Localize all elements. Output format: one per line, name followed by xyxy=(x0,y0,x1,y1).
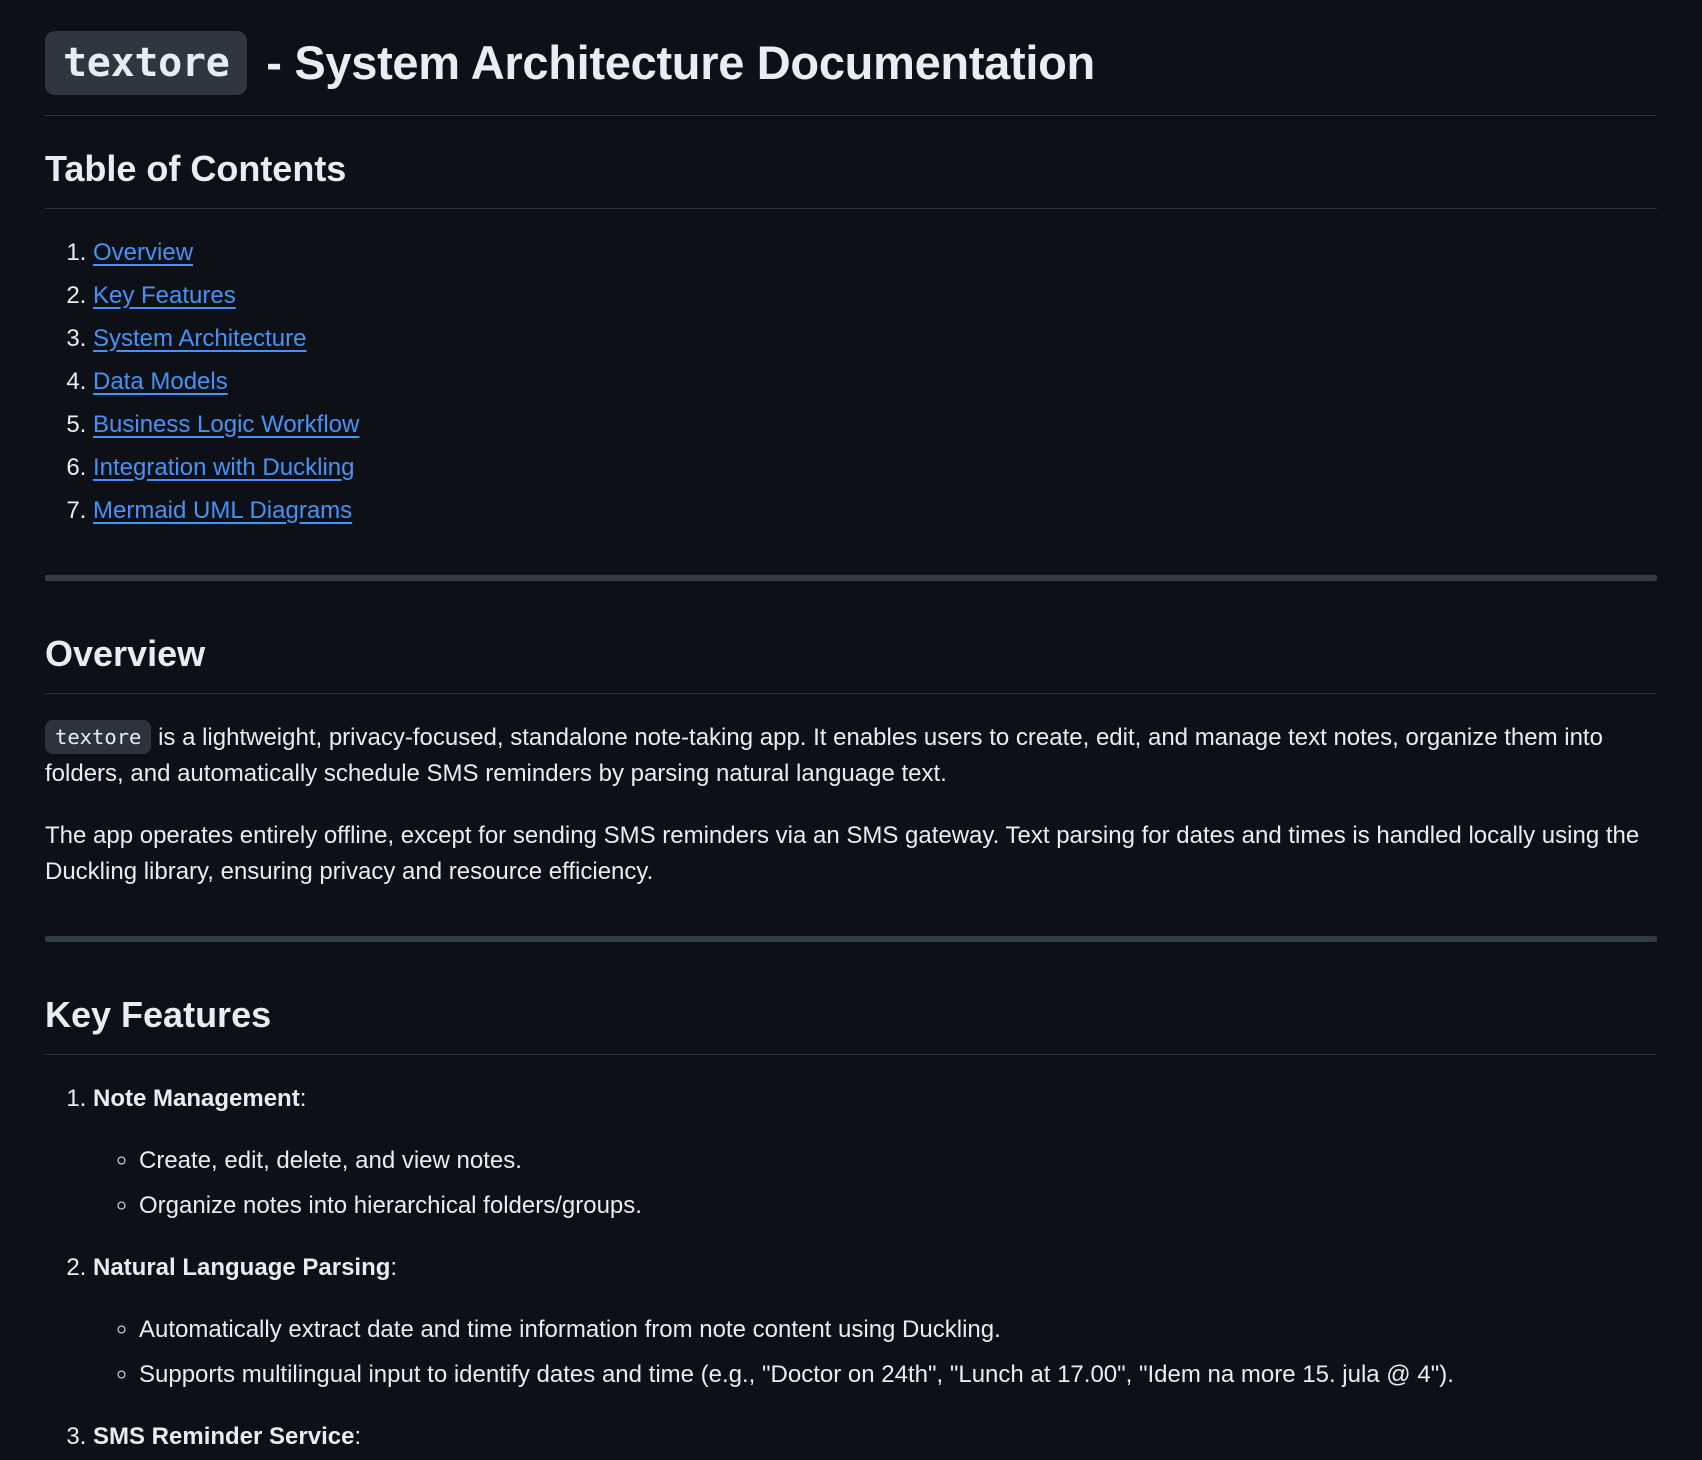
toc-link-key-features[interactable]: Key Features xyxy=(93,282,236,309)
document-page: textore - System Architecture Documentat… xyxy=(0,0,1702,1460)
toc-item: Data Models xyxy=(93,364,1657,400)
feature-subitem: Create, edit, delete, and view notes. xyxy=(139,1143,1657,1179)
feature-subitem: Supports multilingual input to identify … xyxy=(139,1357,1657,1393)
overview-paragraph-1: textore is a lightweight, privacy-focuse… xyxy=(45,719,1657,792)
feature-subitem: Automatically extract date and time info… xyxy=(139,1312,1657,1348)
feature-title: SMS Reminder Service xyxy=(93,1422,355,1450)
toc-item: Mermaid UML Diagrams xyxy=(93,493,1657,529)
section-divider xyxy=(45,935,1657,942)
feature-title-suffix: : xyxy=(354,1422,362,1450)
table-of-contents: Overview Key Features System Architectur… xyxy=(45,235,1657,529)
section-divider xyxy=(45,574,1657,581)
feature-subitem: Organize notes into hierarchical folders… xyxy=(139,1188,1657,1224)
toc-link-overview[interactable]: Overview xyxy=(93,239,193,266)
toc-link-data-models[interactable]: Data Models xyxy=(93,368,228,395)
page-title-text: - System Architecture Documentation xyxy=(253,36,1095,89)
feature-title: Natural Language Parsing xyxy=(93,1253,391,1281)
feature-item-natural-language-parsing: Natural Language Parsing: Automatically … xyxy=(93,1250,1657,1393)
title-code-badge: textore xyxy=(45,31,248,95)
overview-paragraph-1-text: is a lightweight, privacy-focused, stand… xyxy=(45,723,1603,787)
page-title: textore - System Architecture Documentat… xyxy=(45,28,1657,116)
toc-item: Key Features xyxy=(93,278,1657,314)
feature-title-suffix: : xyxy=(299,1084,307,1112)
key-features-list: Note Management: Create, edit, delete, a… xyxy=(45,1081,1657,1455)
feature-item-note-management: Note Management: Create, edit, delete, a… xyxy=(93,1081,1657,1224)
overview-heading: Overview xyxy=(45,627,1657,694)
toc-link-system-architecture[interactable]: System Architecture xyxy=(93,325,306,352)
feature-title: Note Management xyxy=(93,1084,300,1112)
toc-link-integration-with-duckling[interactable]: Integration with Duckling xyxy=(93,454,354,481)
feature-sublist: Automatically extract date and time info… xyxy=(93,1312,1657,1393)
inline-code-textore: textore xyxy=(45,719,152,754)
key-features-heading: Key Features xyxy=(45,988,1657,1055)
toc-item: Integration with Duckling xyxy=(93,450,1657,486)
toc-heading: Table of Contents xyxy=(45,142,1657,209)
toc-item: Overview xyxy=(93,235,1657,271)
feature-item-sms-reminder-service: SMS Reminder Service: xyxy=(93,1419,1657,1455)
overview-paragraph-2: The app operates entirely offline, excep… xyxy=(45,821,1640,885)
feature-sublist: Create, edit, delete, and view notes. Or… xyxy=(93,1143,1657,1224)
toc-link-business-logic-workflow[interactable]: Business Logic Workflow xyxy=(93,411,359,438)
toc-link-mermaid-uml-diagrams[interactable]: Mermaid UML Diagrams xyxy=(93,497,352,524)
feature-title-suffix: : xyxy=(390,1253,398,1281)
toc-item: System Architecture xyxy=(93,321,1657,357)
toc-item: Business Logic Workflow xyxy=(93,407,1657,443)
